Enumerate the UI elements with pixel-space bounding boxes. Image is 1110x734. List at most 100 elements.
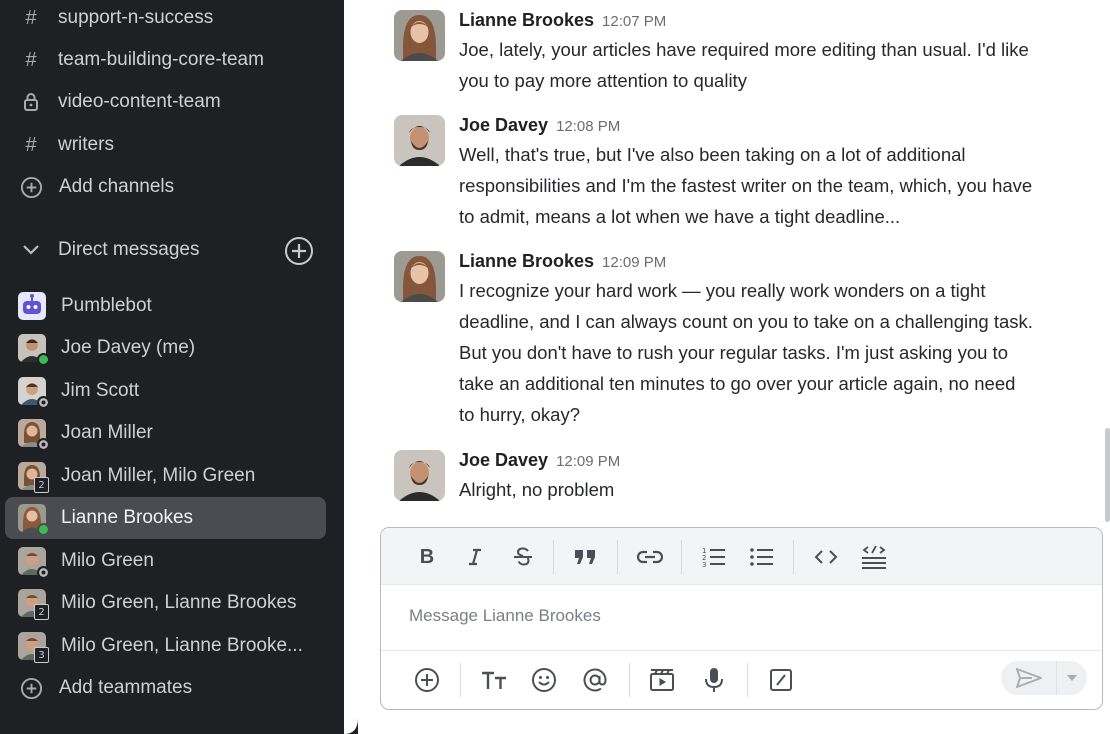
- hash-icon: #: [25, 133, 37, 156]
- avatar[interactable]: [394, 10, 445, 61]
- bot-icon: [18, 292, 46, 320]
- channel-item-support-n-success[interactable]: # support-n-success: [0, 0, 330, 36]
- hash-icon: #: [25, 6, 37, 29]
- video-clip-icon[interactable]: [647, 665, 677, 695]
- send-controls: [1001, 661, 1087, 695]
- emoji-icon[interactable]: [529, 665, 559, 695]
- offline-status-icon: [37, 396, 50, 409]
- dm-label: Milo Green, Lianne Brookes: [61, 592, 297, 613]
- dm-label: Joan Miller: [61, 422, 153, 443]
- channel-item-writers[interactable]: # writers: [0, 127, 330, 163]
- online-status-icon: [37, 523, 50, 536]
- add-dm-icon[interactable]: [284, 236, 314, 272]
- message-author[interactable]: Lianne Brookes: [459, 251, 594, 272]
- formatting-toolbar: B 123: [381, 528, 1102, 585]
- dm-item-milo-green-lianne-brookes-group[interactable]: 3 Milo Green, Lianne Brooke...: [5, 625, 326, 667]
- mention-icon[interactable]: [580, 665, 610, 695]
- direct-messages-header[interactable]: Direct messages: [0, 232, 330, 268]
- add-channels-label: Add channels: [59, 176, 175, 197]
- avatar: [18, 377, 50, 409]
- message-text: I recognize your hard work — you really …: [459, 280, 1033, 425]
- message-text: Joe, lately, your articles have required…: [459, 39, 1029, 91]
- italic-icon[interactable]: [460, 542, 490, 572]
- message-composer: B 123 Message Lianne Brookes: [380, 527, 1103, 710]
- dm-item-jim-scott[interactable]: Jim Scott: [5, 370, 326, 412]
- strikethrough-icon[interactable]: [508, 542, 538, 572]
- dm-item-joan-miller[interactable]: Joan Miller: [5, 412, 326, 454]
- offline-status-icon: [37, 438, 50, 451]
- avatar: [18, 547, 50, 579]
- channel-label: video-content-team: [58, 91, 221, 112]
- avatar: [18, 419, 50, 451]
- avatar[interactable]: [394, 450, 445, 501]
- channel-item-video-content-team[interactable]: video-content-team: [0, 84, 330, 120]
- hash-icon: #: [25, 48, 37, 71]
- bold-icon[interactable]: B: [412, 542, 442, 572]
- dm-label: Joe Davey (me): [61, 337, 196, 358]
- message-author[interactable]: Lianne Brookes: [459, 10, 594, 31]
- microphone-icon[interactable]: [699, 665, 729, 695]
- dm-label: Milo Green, Lianne Brooke...: [61, 635, 303, 656]
- window-corner: [344, 718, 360, 734]
- message-input[interactable]: Message Lianne Brookes: [409, 606, 601, 626]
- code-block-icon[interactable]: [859, 542, 889, 572]
- group-count-badge: 2: [34, 604, 49, 620]
- channel-item-team-building-core-team[interactable]: # team-building-core-team: [0, 42, 330, 78]
- dm-label: Jim Scott: [61, 380, 140, 401]
- chevron-down-icon: [1066, 675, 1077, 681]
- avatar: 2: [18, 589, 49, 620]
- dm-item-lianne-brookes[interactable]: Lianne Brookes: [5, 497, 326, 539]
- chevron-down-icon[interactable]: [22, 244, 40, 256]
- avatar: [18, 334, 50, 366]
- add-channels-button[interactable]: Add channels: [0, 169, 330, 205]
- dm-label: Pumblebot: [61, 295, 152, 316]
- dm-item-joan-miller-milo-green[interactable]: 2 Joan Miller, Milo Green: [5, 455, 326, 497]
- plus-circle-icon: [20, 176, 43, 199]
- code-icon[interactable]: [811, 542, 841, 572]
- add-attachment-icon[interactable]: [412, 665, 442, 695]
- group-count-badge: 2: [34, 477, 49, 493]
- numbered-list-icon[interactable]: 123: [699, 542, 729, 572]
- slash-command-icon[interactable]: [766, 665, 796, 695]
- message-author[interactable]: Joe Davey: [459, 115, 548, 136]
- dm-label: Lianne Brookes: [61, 507, 194, 528]
- dm-item-pumblebot[interactable]: Pumblebot: [5, 285, 326, 327]
- svg-text:3: 3: [702, 561, 706, 568]
- dm-item-joe-davey[interactable]: Joe Davey (me): [5, 327, 326, 369]
- add-teammates-button[interactable]: Add teammates: [0, 670, 330, 706]
- avatar[interactable]: [394, 251, 445, 302]
- send-icon: [1015, 668, 1042, 688]
- send-options-dropdown[interactable]: [1056, 661, 1086, 695]
- text-format-icon[interactable]: [479, 665, 509, 695]
- bulleted-list-icon[interactable]: [747, 542, 777, 572]
- channel-label: team-building-core-team: [58, 49, 264, 70]
- message-time: 12:09 PM: [602, 254, 667, 271]
- send-button[interactable]: [1001, 661, 1056, 695]
- message-text: Well, that's true, but I've also been ta…: [459, 144, 1033, 227]
- channel-label: support-n-success: [58, 7, 214, 28]
- online-status-icon: [37, 353, 50, 366]
- avatar: 2: [18, 462, 49, 493]
- avatar: [18, 292, 46, 320]
- quote-icon[interactable]: [571, 542, 601, 572]
- message-time: 12:08 PM: [556, 118, 621, 135]
- chat-area: Lianne Brookes 12:07 PM Joe, lately, you…: [344, 0, 1110, 734]
- chat-scrollbar[interactable]: [1105, 428, 1110, 522]
- message-time: 12:07 PM: [602, 13, 667, 30]
- direct-messages-label: Direct messages: [58, 239, 200, 260]
- dm-item-milo-green-lianne-brookes[interactable]: 2 Milo Green, Lianne Brookes: [5, 582, 326, 624]
- lock-icon: [20, 92, 42, 112]
- sidebar: # support-n-success # team-building-core…: [0, 0, 354, 734]
- dm-label: Joan Miller, Milo Green: [61, 465, 256, 486]
- avatar[interactable]: [394, 115, 445, 166]
- group-count-badge: 3: [34, 647, 49, 663]
- avatar: 3: [18, 632, 49, 663]
- dm-item-milo-green[interactable]: Milo Green: [5, 540, 326, 582]
- offline-status-icon: [37, 566, 50, 579]
- composer-actions: [381, 650, 1101, 708]
- link-icon[interactable]: [635, 542, 665, 572]
- message-time: 12:09 PM: [556, 453, 621, 470]
- dm-label: Milo Green: [61, 550, 154, 571]
- message-author[interactable]: Joe Davey: [459, 450, 548, 471]
- message-text: Alright, no problem: [459, 479, 615, 500]
